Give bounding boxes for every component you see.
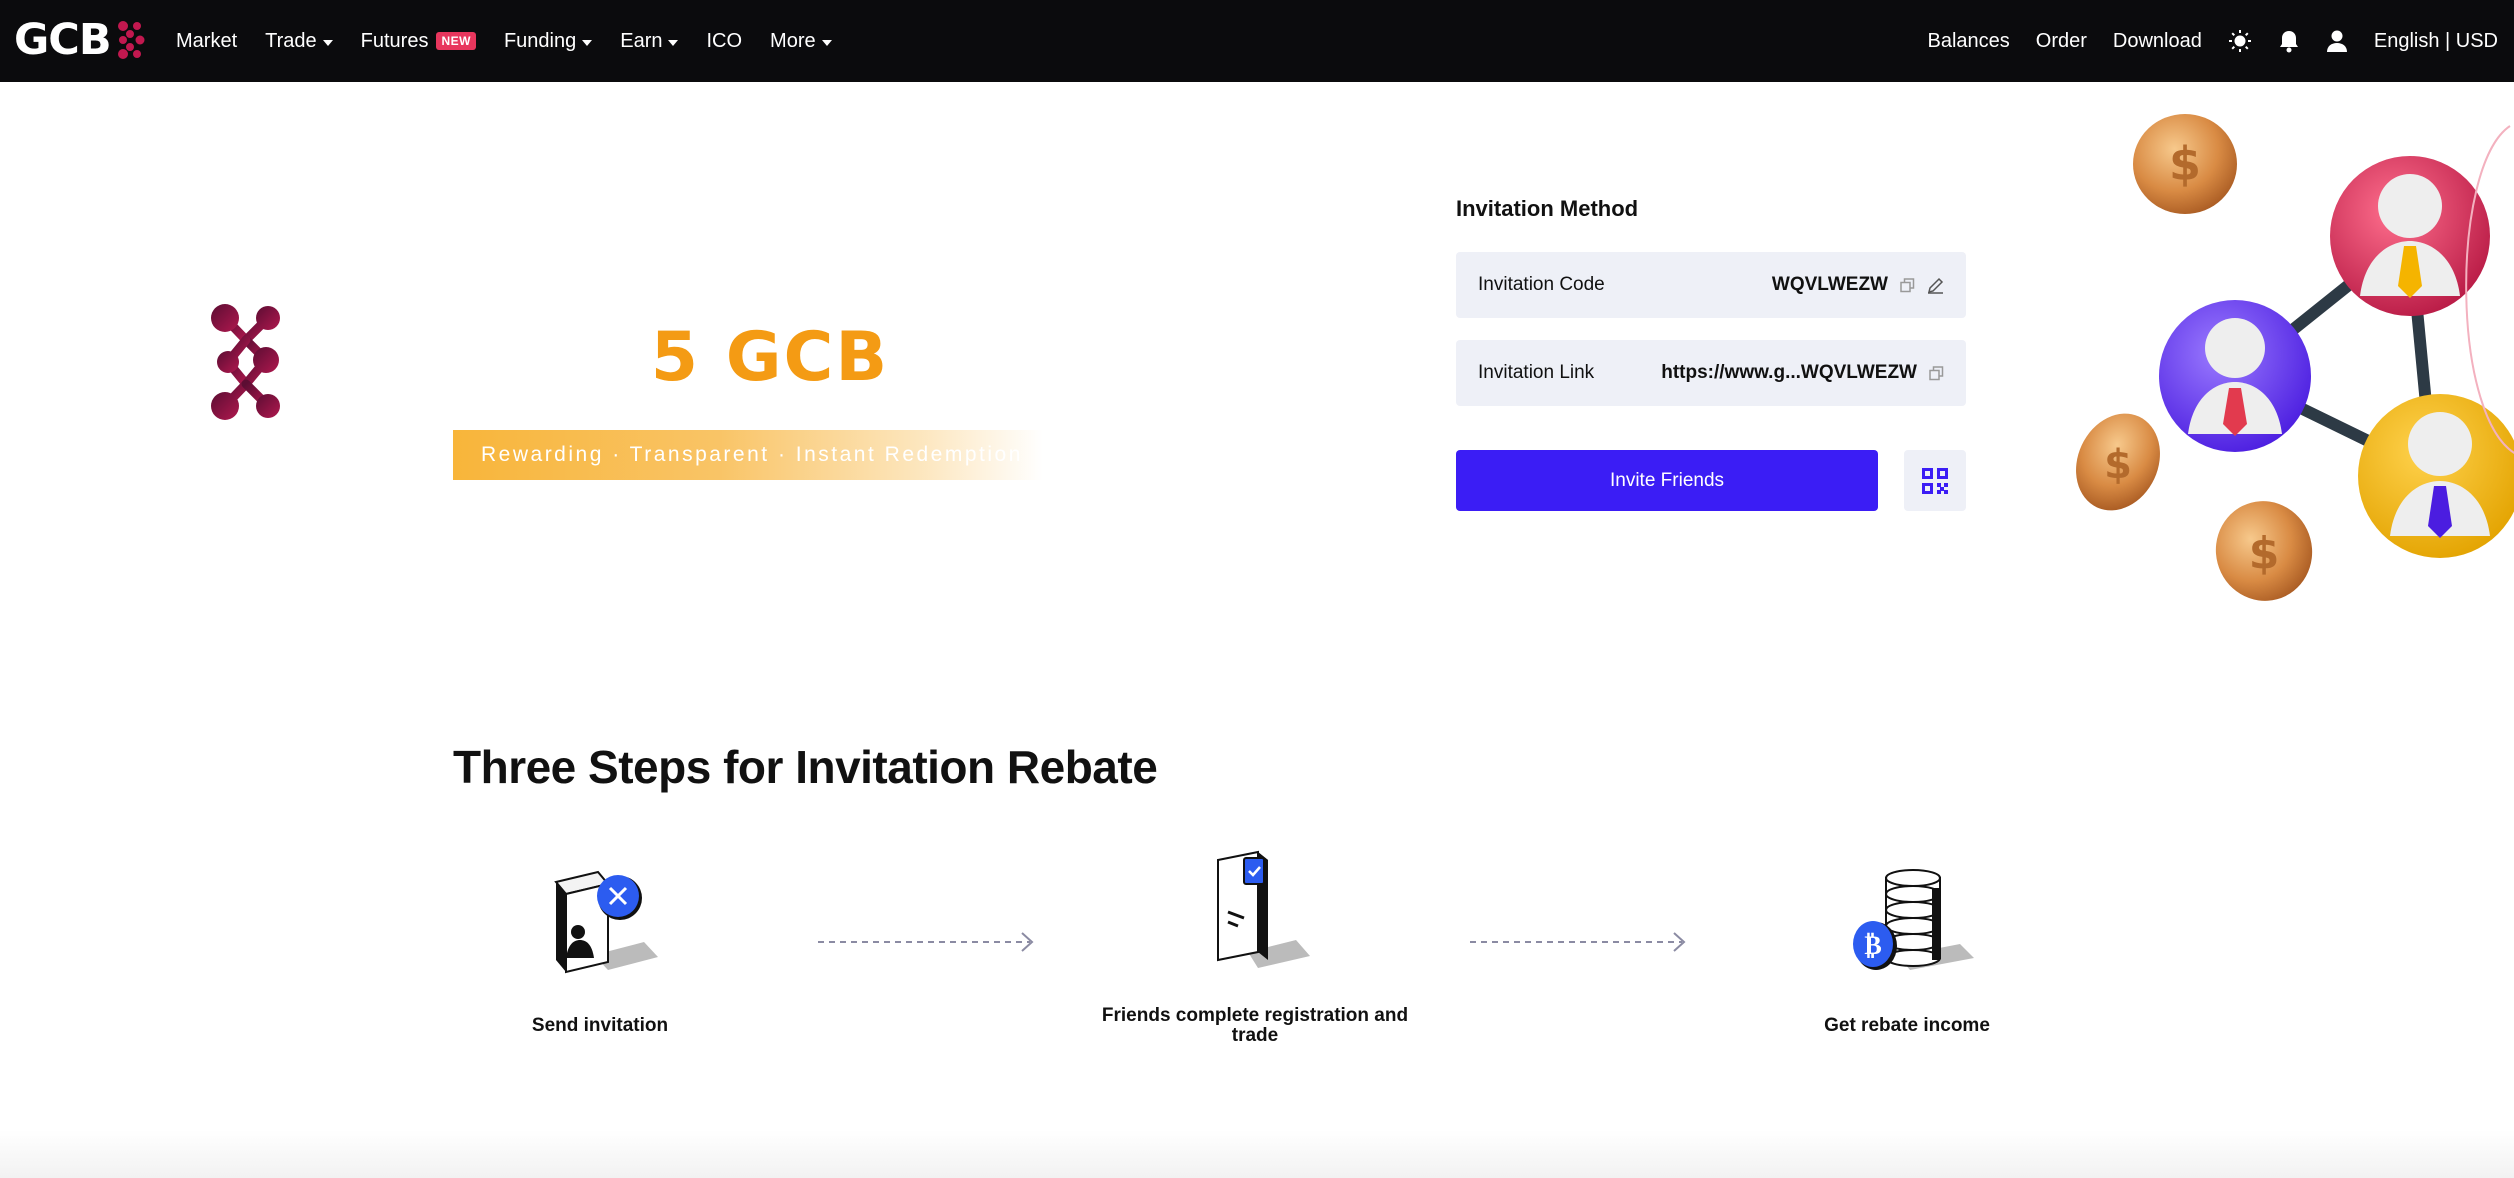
nav-funding-label: Funding — [503, 29, 577, 52]
nav-market-label: Market — [176, 29, 238, 52]
nav-futures-label: Futures — [360, 29, 429, 52]
nav-more[interactable]: More — [770, 30, 832, 53]
svg-text:₿: ₿ — [1864, 931, 1881, 961]
language-currency-selector[interactable]: English | USD — [2374, 30, 2498, 53]
nav-market[interactable]: Market — [176, 30, 237, 53]
main-nav: Market Trade Futures NEW Funding Earn ICO… — [176, 0, 860, 82]
top-navigation-bar: GCB Market Trade Futures NEW Funding Earn… — [0, 0, 2514, 82]
bell-icon[interactable] — [2278, 29, 2300, 53]
user-icon[interactable] — [2326, 29, 2348, 53]
step-arrow-icon — [1470, 932, 1686, 952]
nav-ico[interactable]: ICO — [706, 30, 742, 53]
reward-features-banner: Rewarding · Transparent · Instant Redemp… — [453, 430, 1043, 480]
edit-icon[interactable] — [1927, 277, 1944, 294]
svg-text:$: $ — [2104, 442, 2132, 488]
referral-network-illustration: $ $ $ — [2076, 114, 2514, 601]
nav-download[interactable]: Download — [2113, 30, 2202, 53]
reward-features-text: Rewarding · Transparent · Instant Redemp… — [481, 443, 1023, 466]
sun-icon[interactable] — [2228, 29, 2252, 53]
gcb-brand-mark-icon — [211, 304, 280, 420]
invite-friends-button[interactable]: Invite Friends — [1456, 450, 1878, 511]
section-divider — [0, 1130, 2514, 1178]
caret-down-icon — [668, 39, 679, 46]
step-send-invitation-label: Send invitation — [531, 1015, 669, 1036]
qr-code-icon — [1922, 467, 1948, 494]
invitation-method-title: Invitation Method — [1456, 196, 1639, 221]
invitation-card-icon — [554, 870, 658, 974]
invitation-link-value: https://www.g...WQVLWEZW — [1661, 362, 1917, 383]
registration-phone-icon — [1217, 850, 1310, 968]
steps-section-title: Three Steps for Invitation Rebate — [453, 741, 1158, 793]
invitation-code-value: WQVLWEZW — [1771, 274, 1888, 295]
nav-order[interactable]: Order — [2036, 30, 2087, 53]
invitation-link-label: Invitation Link — [1478, 362, 1595, 383]
copy-icon[interactable] — [1929, 365, 1944, 381]
nav-earn[interactable]: Earn — [620, 29, 679, 53]
gcb-logo[interactable]: GCB — [14, 10, 147, 70]
svg-text:$: $ — [2249, 528, 2280, 579]
caret-down-icon — [821, 39, 832, 46]
invitation-code-label: Invitation Code — [1478, 274, 1605, 295]
invitation-code-row: Invitation Code WQVLWEZW — [1456, 252, 1966, 318]
nav-balances[interactable]: Balances — [1928, 30, 2010, 53]
coin-stack-icon: ₿ — [1853, 869, 1974, 970]
step-friends-register-label: Friends complete registration and trade — [1101, 1005, 1409, 1046]
nav-futures[interactable]: Futures NEW — [361, 30, 476, 53]
nav-right: Balances Order Download English | USD — [1902, 0, 2498, 82]
caret-down-icon — [322, 39, 333, 46]
nav-trade[interactable]: Trade — [265, 30, 333, 53]
gcb-logo-mark-icon — [117, 21, 145, 59]
caret-down-icon — [582, 39, 593, 46]
new-badge: NEW — [436, 32, 476, 50]
copy-icon[interactable] — [1900, 277, 1915, 293]
nav-more-label: More — [770, 29, 816, 52]
nav-ico-label: ICO — [706, 29, 743, 52]
nav-trade-label: Trade — [265, 29, 317, 52]
qr-code-button[interactable] — [1904, 450, 1966, 511]
nav-earn-label: Earn — [620, 29, 663, 52]
invitation-link-row: Invitation Link https://www.g...WQVLWEZW — [1456, 340, 1966, 406]
reward-amount: 5 GCB — [650, 318, 890, 397]
step-arrow-icon — [818, 932, 1034, 952]
svg-text:$: $ — [2169, 137, 2201, 191]
nav-funding[interactable]: Funding — [503, 29, 593, 53]
step-rebate-income-label: Get rebate income — [1824, 1015, 1990, 1036]
logo-text: GCB — [14, 15, 112, 65]
